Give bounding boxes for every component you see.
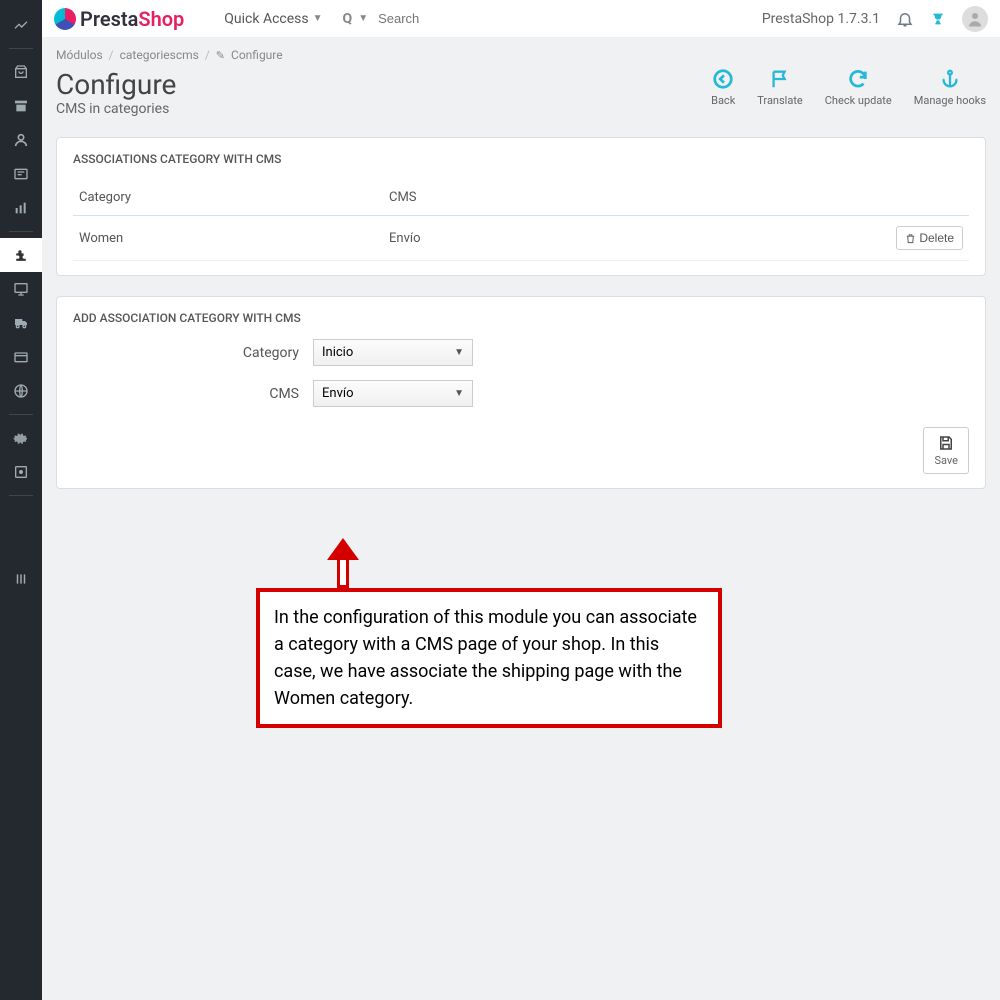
top-header: PrestaShop Quick Access ▼ Q ▼ PrestaShop… — [42, 0, 1000, 38]
bell-icon[interactable] — [896, 10, 914, 28]
category-select[interactable]: Inicio ▼ — [313, 339, 473, 366]
cell-category: Women — [79, 231, 389, 246]
back-label: Back — [711, 94, 735, 107]
check-update-button[interactable]: Check update — [825, 68, 892, 107]
vertical-nav-sidebar — [0, 0, 42, 1000]
nav-dashboard-icon[interactable] — [0, 8, 42, 42]
translate-label: Translate — [757, 94, 803, 107]
cms-selected: Envío — [322, 386, 354, 401]
save-label: Save — [934, 454, 958, 467]
category-selected: Inicio — [322, 345, 353, 360]
nav-orders-icon[interactable] — [0, 55, 42, 89]
brand-logo[interactable]: PrestaShop — [54, 7, 184, 31]
label-cms: CMS — [73, 386, 313, 402]
nav-modules-icon[interactable] — [0, 238, 42, 272]
nav-service-icon[interactable] — [0, 157, 42, 191]
annotation-arrow — [328, 538, 358, 588]
save-button[interactable]: Save — [923, 427, 969, 474]
hooks-label: Manage hooks — [914, 94, 986, 107]
nav-customers-icon[interactable] — [0, 123, 42, 157]
search-dropdown-icon[interactable]: ▼ — [358, 13, 368, 24]
chevron-down-icon: ▼ — [454, 347, 464, 358]
quick-access-label: Quick Access — [224, 11, 308, 27]
chevron-down-icon: ▼ — [454, 388, 464, 399]
manage-hooks-button[interactable]: Manage hooks — [914, 68, 986, 107]
version-label: PrestaShop 1.7.3.1 — [762, 11, 880, 27]
search-icon[interactable]: Q — [343, 11, 353, 27]
table-header-row: Category CMS — [73, 180, 969, 216]
panel-add-association: ADD ASSOCIATION CATEGORY WITH CMS Catego… — [56, 296, 986, 489]
page-title: Configure — [56, 68, 176, 101]
nav-design-icon[interactable] — [0, 272, 42, 306]
nav-payment-icon[interactable] — [0, 340, 42, 374]
nav-intl-icon[interactable] — [0, 374, 42, 408]
header-cms: CMS — [389, 190, 883, 205]
back-button[interactable]: Back — [711, 68, 735, 107]
crumb-configure: Configure — [231, 48, 283, 62]
trophy-icon[interactable] — [930, 11, 946, 27]
check-label: Check update — [825, 94, 892, 107]
annotation-callout: In the configuration of this module you … — [256, 588, 722, 728]
panel-associations: ASSOCIATIONS CATEGORY WITH CMS Category … — [56, 137, 986, 276]
form-row-cms: CMS Envío ▼ — [73, 380, 969, 407]
panel-add-title: ADD ASSOCIATION CATEGORY WITH CMS — [73, 311, 969, 325]
nav-stats-icon[interactable] — [0, 191, 42, 225]
nav-catalog-icon[interactable] — [0, 89, 42, 123]
label-category: Category — [73, 345, 313, 361]
table-row: Women Envío Delete — [73, 216, 969, 261]
save-icon — [937, 434, 955, 452]
action-toolbar: Back Translate Check update Manage hooks — [711, 68, 986, 107]
quick-access-menu[interactable]: Quick Access ▼ — [224, 11, 322, 27]
breadcrumb: Módulos / categoriescms / ✎ Configure — [56, 48, 986, 62]
search-wrap: Q ▼ — [343, 7, 495, 30]
delete-button[interactable]: Delete — [896, 226, 963, 250]
brand-text-presta: Presta — [80, 7, 138, 31]
header-category: Category — [79, 190, 389, 205]
nav-shipping-icon[interactable] — [0, 306, 42, 340]
nav-collapse-icon[interactable] — [0, 562, 42, 596]
brand-text-shop: Shop — [138, 7, 184, 31]
search-input[interactable] — [374, 7, 494, 30]
user-avatar[interactable] — [962, 6, 988, 32]
page-subtitle: CMS in categories — [56, 101, 176, 117]
crumb-modules[interactable]: Módulos — [56, 48, 103, 62]
panel-associations-title: ASSOCIATIONS CATEGORY WITH CMS — [73, 152, 969, 166]
flag-icon — [769, 68, 791, 90]
cell-cms: Envío — [389, 231, 883, 246]
main-content: Módulos / categoriescms / ✎ Configure Co… — [42, 38, 1000, 1000]
translate-button[interactable]: Translate — [757, 68, 803, 107]
page-head: Configure CMS in categories Back Transla… — [56, 68, 986, 117]
delete-label: Delete — [919, 231, 954, 245]
cms-select[interactable]: Envío ▼ — [313, 380, 473, 407]
trash-icon — [905, 233, 916, 244]
nav-settings-icon[interactable] — [0, 421, 42, 455]
crumb-catcms[interactable]: categoriescms — [120, 48, 199, 62]
refresh-icon — [847, 68, 869, 90]
brand-icon — [54, 8, 76, 30]
anchor-icon — [939, 68, 961, 90]
form-row-category: Category Inicio ▼ — [73, 339, 969, 366]
arrow-left-icon — [712, 68, 734, 90]
wrench-icon: ✎ — [216, 49, 225, 62]
nav-advanced-icon[interactable] — [0, 455, 42, 489]
chevron-down-icon: ▼ — [313, 13, 323, 24]
